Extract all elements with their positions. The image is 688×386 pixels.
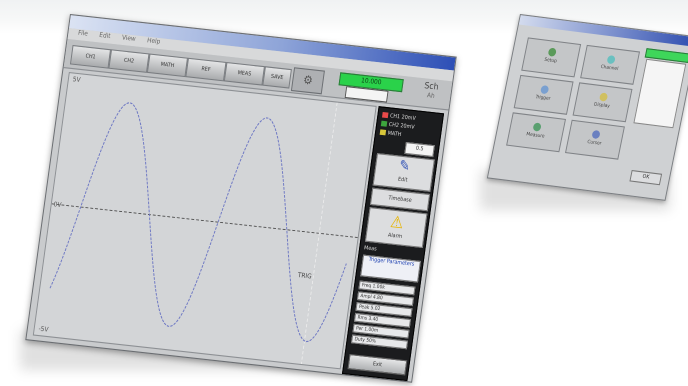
oscilloscope-window: File Edit View Help CH1 CH2 MATH REF MEA…	[25, 14, 457, 383]
legend-item: MATH	[379, 129, 402, 138]
exit-button[interactable]: Exit	[347, 353, 408, 376]
cursor-line[interactable]	[300, 102, 338, 365]
display-button[interactable]: Display	[572, 82, 633, 123]
menu-item[interactable]: Help	[147, 37, 161, 46]
axis-top-label: 5V	[72, 75, 81, 85]
toolbar-button[interactable]: CH2	[108, 49, 150, 73]
toolbar-button[interactable]: CH1	[69, 44, 112, 69]
trigger-parameters-label: Trigger Parameters	[368, 256, 415, 268]
waveform-plot[interactable]: 5V 0V -5V TRIG	[32, 71, 377, 370]
trigger-label: TRIG	[297, 271, 313, 281]
display-icon	[598, 92, 609, 102]
trigger-button[interactable]: Trigger	[513, 74, 574, 115]
alarm-button[interactable]: ⚠ Alarm	[364, 207, 428, 249]
value-box[interactable]: 0.5	[404, 142, 435, 158]
meas-header: Meas	[363, 244, 378, 253]
menu-item[interactable]: File	[78, 29, 89, 38]
edit-button[interactable]: ✎ Edit	[372, 153, 435, 192]
cursor-icon	[591, 129, 601, 140]
axis-bottom-label: -5V	[38, 325, 49, 334]
toolbar-button[interactable]: SAVE	[262, 66, 292, 89]
waveform-svg	[49, 102, 358, 365]
channel-icon	[606, 55, 616, 65]
brand-sublabel: Ah	[426, 91, 436, 101]
trigger-parameters-box[interactable]: Trigger Parameters	[360, 254, 421, 283]
settings-icon[interactable]: ⚙	[290, 67, 325, 95]
toolbar-button[interactable]: MATH	[146, 53, 189, 78]
zero-gridline	[51, 203, 358, 238]
toolbar-button[interactable]: REF	[185, 57, 227, 82]
trigger-icon	[540, 85, 550, 95]
setup-icon	[547, 47, 557, 57]
measure-icon	[532, 122, 542, 132]
cursor-button[interactable]: Cursor	[565, 119, 625, 160]
zero-label: 0V	[53, 200, 62, 210]
brand-label: Sch	[423, 80, 440, 92]
settings-window: Setup Channel Trigger Display Measure Cu…	[486, 14, 688, 201]
info-panel	[633, 58, 687, 129]
menu-item[interactable]: View	[121, 34, 136, 43]
menu-item[interactable]: Edit	[99, 32, 111, 41]
channel-button[interactable]: Channel	[580, 44, 641, 85]
toolbar-button[interactable]: MEAS	[223, 61, 265, 86]
measure-button[interactable]: Measure	[506, 112, 567, 153]
setup-button[interactable]: Setup	[521, 37, 582, 78]
ok-button[interactable]: OK	[629, 169, 663, 186]
